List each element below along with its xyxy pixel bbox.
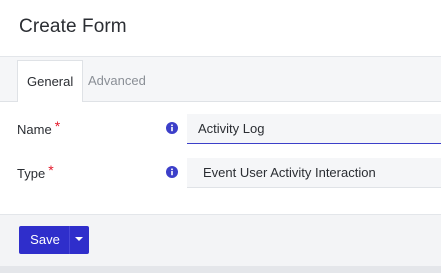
required-mark: * (54, 118, 61, 134)
name-field-label: Name * (17, 118, 61, 137)
save-button-group: Save (19, 226, 89, 254)
save-button[interactable]: Save (19, 226, 69, 254)
type-select[interactable]: Event User Activity Interaction (187, 158, 441, 188)
tab-advanced[interactable]: Advanced (79, 60, 155, 102)
tab-general[interactable]: General (17, 60, 84, 103)
save-options-toggle[interactable] (69, 226, 89, 254)
caret-down-icon (75, 237, 83, 241)
page-bottom-strip (0, 266, 441, 273)
name-label-text: Name (17, 122, 52, 137)
type-field-label: Type * (17, 162, 54, 181)
page-title: Create Form (19, 16, 127, 37)
form-header: Create Form (0, 0, 441, 57)
required-mark: * (48, 162, 54, 178)
form-panel: Create Form General Advanced Name * Activ… (0, 0, 441, 266)
name-input[interactable]: Activity Log (187, 114, 441, 144)
type-label-text: Type (17, 166, 46, 181)
info-icon[interactable] (166, 122, 178, 134)
info-icon[interactable] (166, 166, 178, 178)
